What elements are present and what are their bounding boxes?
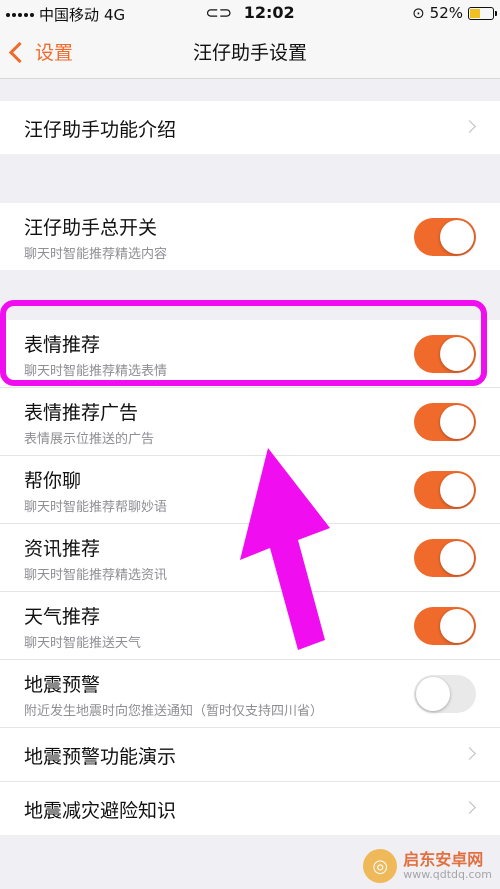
rotation-lock-icon: ⊙ bbox=[412, 4, 425, 22]
feature-title: 表情推荐广告 bbox=[24, 402, 139, 424]
feature-row-earthquake: 地震预警 附近发生地震时向您推送通知（暂时仅支持四川省） bbox=[0, 660, 500, 728]
feature-title: 地震预警 bbox=[24, 674, 101, 696]
master-switch-row: 汪仔助手总开关 聊天时智能推荐精选内容 bbox=[0, 203, 500, 270]
battery-percent: 52% bbox=[429, 4, 463, 22]
earthquake-alert-toggle[interactable] bbox=[414, 675, 476, 713]
watermark: ◎ 启东安卓网 www.qdtdq.com bbox=[363, 849, 492, 883]
master-toggle[interactable] bbox=[414, 218, 476, 256]
feature-subtitle: 聊天时智能推荐帮聊妙语 bbox=[24, 500, 168, 515]
link-row-earthquake-demo[interactable]: 地震预警功能演示 bbox=[0, 728, 500, 782]
feature-subtitle: 聊天时智能推荐精选资讯 bbox=[24, 568, 168, 583]
chevron-right-icon bbox=[463, 747, 476, 760]
chat-helper-toggle[interactable] bbox=[414, 471, 476, 509]
link-row-earthquake-safety[interactable]: 地震减灾避险知识 bbox=[0, 782, 500, 835]
feature-row-sticker: 表情推荐 聊天时智能推荐精选表情 bbox=[0, 320, 500, 388]
news-recommend-toggle[interactable] bbox=[414, 539, 476, 577]
feature-subtitle: 聊天时智能推荐精选表情 bbox=[24, 364, 168, 379]
sticker-recommend-toggle[interactable] bbox=[414, 335, 476, 373]
feature-row-weather: 天气推荐 聊天时智能推送天气 bbox=[0, 592, 500, 660]
page-title: 汪仔助手设置 bbox=[192, 42, 307, 64]
feature-row-sticker-ads: 表情推荐广告 表情展示位推送的广告 bbox=[0, 388, 500, 456]
battery-icon bbox=[468, 6, 497, 20]
sticker-ads-toggle[interactable] bbox=[414, 403, 476, 441]
feature-title: 天气推荐 bbox=[24, 606, 101, 628]
watermark-logo-icon: ◎ bbox=[363, 849, 398, 883]
features-group: 表情推荐 聊天时智能推荐精选表情 表情推荐广告 表情展示位推送的广告 帮你聊 聊… bbox=[0, 320, 500, 835]
feature-row-chat-helper: 帮你聊 聊天时智能推荐帮聊妙语 bbox=[0, 456, 500, 524]
feature-title: 资讯推荐 bbox=[24, 538, 101, 560]
chevron-right-icon bbox=[463, 801, 476, 814]
feature-row-news: 资讯推荐 聊天时智能推荐精选资讯 bbox=[0, 524, 500, 592]
feature-subtitle: 聊天时智能推送天气 bbox=[24, 636, 142, 651]
link-title: 地震预警功能演示 bbox=[24, 746, 177, 768]
watermark-url: www.qdtdq.com bbox=[403, 867, 492, 881]
link-icon: ⊂⊃ bbox=[205, 3, 233, 22]
watermark-name: 启东安卓网 bbox=[403, 850, 484, 870]
master-subtitle: 聊天时智能推荐精选内容 bbox=[24, 247, 168, 262]
feature-title: 帮你聊 bbox=[24, 470, 82, 492]
weather-recommend-toggle[interactable] bbox=[414, 607, 476, 645]
intro-group: 汪仔助手功能介绍 bbox=[0, 101, 500, 154]
feature-subtitle: 表情展示位推送的广告 bbox=[24, 432, 155, 447]
status-time: 12:02 bbox=[243, 3, 295, 22]
intro-title: 汪仔助手功能介绍 bbox=[24, 119, 177, 141]
feature-title: 表情推荐 bbox=[24, 334, 101, 356]
feature-subtitle: 附近发生地震时向您推送通知（暂时仅支持四川省） bbox=[24, 704, 324, 719]
chevron-right-icon bbox=[463, 120, 476, 133]
link-title: 地震减灾避险知识 bbox=[24, 800, 177, 822]
master-group: 汪仔助手总开关 聊天时智能推荐精选内容 bbox=[0, 203, 500, 270]
intro-row[interactable]: 汪仔助手功能介绍 bbox=[0, 101, 500, 154]
status-bar: 中国移动 4G ⊂⊃ 12:02 ⊙ 52% bbox=[0, 0, 500, 26]
navigation-bar: 设置 汪仔助手设置 bbox=[0, 26, 500, 79]
master-title: 汪仔助手总开关 bbox=[24, 217, 158, 239]
